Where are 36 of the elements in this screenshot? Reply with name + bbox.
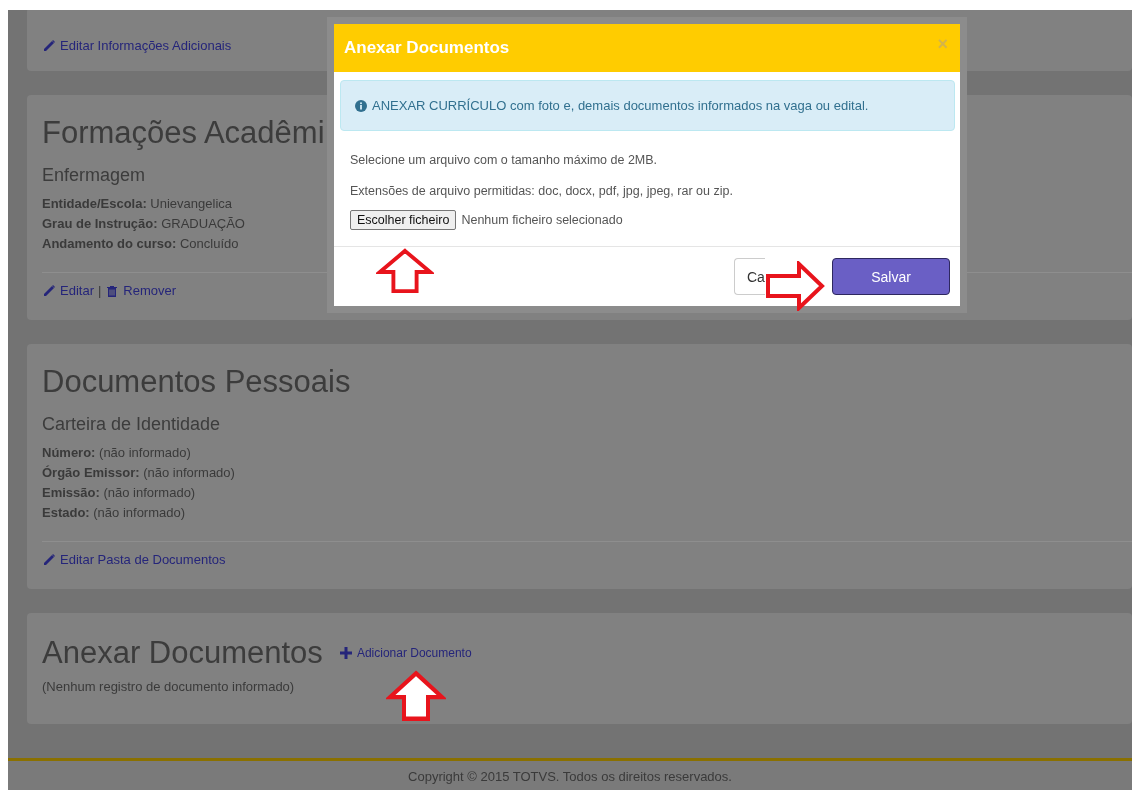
- field-text: Andamento do curso: Concluído: [42, 235, 239, 253]
- alert-text: ANEXAR CURRÍCULO com foto e, demais documentos informados na vaga ou edital.: [372, 98, 869, 113]
- trash-icon: [105, 283, 120, 298]
- link[interactable]: Editar Informações Adicionais: [42, 38, 232, 53]
- choose-file-button[interactable]: Escolher ficheiro: [350, 210, 457, 230]
- field-text: Entidade/Escola: Unievangelica: [42, 195, 233, 213]
- section-title: Formações Acadêmi: [42, 114, 325, 151]
- file-status: Nenhum ficheiro selecionado: [461, 213, 623, 227]
- link[interactable]: Adicionar Documento: [338, 646, 472, 660]
- cancel-button[interactable]: Ca: [734, 258, 765, 295]
- field-text: Órgão Emissor: (não informado): [42, 464, 235, 482]
- field-text: Número: (não informado): [42, 444, 191, 462]
- field-text: Emissão: (não informado): [42, 484, 196, 502]
- pencil-icon: [42, 283, 56, 298]
- copyright-footer: Copyright © 2015 TOTVS. Todos os direitos reservados.: [8, 758, 1132, 790]
- section-title: Anexar Documentos: [42, 635, 323, 671]
- empty-message: (Nenhum registro de documento informado): [42, 679, 295, 694]
- arrow-icon: [386, 670, 446, 722]
- section-subtitle: Enfermagem: [42, 165, 146, 186]
- section-title: Documentos Pessoais: [42, 363, 351, 400]
- separator: |: [97, 283, 102, 298]
- link[interactable]: Editar: [42, 283, 94, 298]
- arrow-icon: [376, 248, 434, 294]
- section-subtitle: Carteira de Identidade: [42, 414, 221, 435]
- link[interactable]: Remover: [105, 283, 177, 298]
- help-text: Selecione um arquivo com o tamanho máximo de 2MB.: [350, 153, 659, 167]
- info-icon: [355, 99, 367, 112]
- field-text: Estado: (não informado): [42, 504, 186, 522]
- pencil-icon: [42, 552, 56, 567]
- plus-icon: [338, 646, 353, 660]
- pencil-icon: [42, 38, 56, 53]
- field-text: Grau de Instrução: GRADUAÇÃO: [42, 215, 245, 233]
- link[interactable]: Editar Pasta de Documentos: [42, 552, 226, 567]
- dialog-title: Anexar Documentos: [344, 38, 510, 58]
- help-text: Extensões de arquivo permitidas: doc, docx, pdf, jpg, jpeg, rar ou zip.: [350, 184, 734, 198]
- save-button[interactable]: Salvar: [832, 258, 950, 295]
